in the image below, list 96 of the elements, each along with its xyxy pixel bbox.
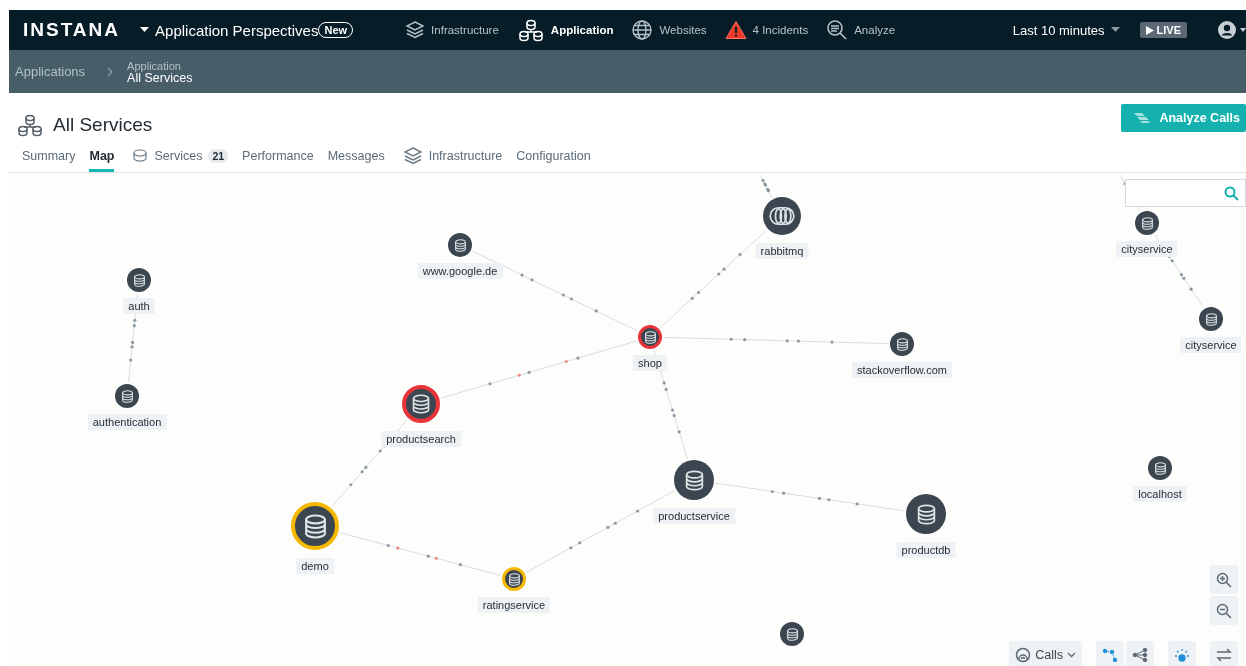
nav-item[interactable]: Websites [631,19,707,41]
node-label: cityservice [1180,337,1242,353]
graph-layout-button[interactable] [1096,641,1124,666]
database-icon [643,330,657,344]
service-node[interactable] [638,325,662,349]
nav-item[interactable]: Analyze [826,19,896,41]
zoom-out-icon [1216,602,1232,619]
perspectives-menu[interactable]: Application Perspectives [140,21,319,39]
node-label: www.google.de [417,263,503,279]
service-node[interactable] [763,197,801,235]
database-icon [411,394,431,414]
logo: INSTANA [23,19,121,41]
node-label: productsearch [381,431,461,447]
database-icon [302,513,328,539]
layers-icon [405,20,426,40]
database-icon [1204,312,1218,326]
nav-item[interactable]: Infrastructure [405,20,499,40]
node-label: cityservice [1116,241,1178,257]
database-icon [1153,461,1167,475]
caret-icon[interactable] [1240,27,1246,33]
nav-item[interactable]: 4 Incidents [724,20,809,40]
caret-icon [140,27,150,33]
tab[interactable]: Messages [327,145,385,172]
search-icon [1224,185,1239,201]
node-label: productdb [896,542,956,558]
database-icon [132,148,149,164]
node-label: authentication [87,414,167,430]
zoom-in-icon [1216,571,1232,588]
swap-icon [1216,648,1232,662]
queue-icon [769,206,795,226]
node-label: auth [123,298,155,314]
service-node[interactable] [1135,211,1159,235]
service-node[interactable] [402,385,440,423]
play-icon [1145,25,1154,35]
page-title: All Services [53,114,153,136]
service-node[interactable] [780,622,804,646]
service-node[interactable] [674,460,714,500]
breadcrumb-link[interactable]: Applications [15,64,86,79]
graph-icon [1102,648,1118,662]
zoom-in-button[interactable] [1210,565,1238,594]
service-node[interactable] [1199,307,1223,331]
layers-icon [402,146,423,166]
tab[interactable]: Performance [242,145,314,172]
database-cluster-icon [16,113,44,137]
nav-item[interactable]: Application [516,18,614,42]
globe-icon [631,19,654,41]
service-node[interactable] [448,233,472,257]
node-label: demo [296,558,334,574]
database-icon [507,572,521,586]
caret-icon [1110,27,1120,33]
chevron-down-icon [1067,652,1076,658]
service-node[interactable] [127,268,151,292]
database-cluster-icon [516,18,545,42]
service-node[interactable] [502,567,526,591]
service-node[interactable] [291,502,339,550]
chevron-right-icon [107,66,114,77]
stack-icon [1133,112,1152,124]
spiral-icon [1015,647,1032,663]
service-node[interactable] [906,494,946,534]
time-range-menu[interactable]: Last 10 minutes [1006,21,1126,39]
tab[interactable]: Services 21 [132,145,229,172]
node-label: stackoverflow.com [852,362,952,378]
calls-dropdown[interactable]: Calls [1009,641,1082,666]
live-button[interactable]: LIVE [1139,22,1187,38]
database-icon [915,503,937,525]
breadcrumb-parent: Application [127,59,182,72]
database-icon [1140,216,1154,230]
focus-button[interactable] [1168,641,1196,666]
node-label: shop [633,355,667,371]
swap-button[interactable] [1210,641,1238,666]
node-label: rabbitmq [755,243,809,259]
service-node[interactable] [890,332,914,356]
tab[interactable]: Configuration [516,145,591,172]
node-label: ratingservice [477,597,551,613]
database-icon [683,469,705,491]
tab[interactable]: Infrastructure [402,145,503,172]
tab[interactable]: Summary [22,145,76,172]
breadcrumb-current: All Services [127,71,193,84]
database-icon [120,389,134,403]
warning-icon [724,20,747,40]
spark-icon [1174,648,1190,662]
node-label: localhost [1133,486,1187,502]
service-node[interactable] [1148,456,1172,480]
zoom-out-button[interactable] [1210,596,1238,625]
share-icon [1132,648,1148,662]
node-label: productservice [653,508,735,524]
database-icon [453,238,467,252]
count-badge: 21 [208,149,229,163]
search-icon [826,19,849,41]
search-field[interactable] [1125,179,1246,207]
service-node[interactable] [115,384,139,408]
database-icon [132,273,146,287]
user-icon[interactable] [1217,20,1237,40]
share-layout-button[interactable] [1126,641,1154,666]
database-icon [785,627,799,641]
database-icon [895,337,909,351]
